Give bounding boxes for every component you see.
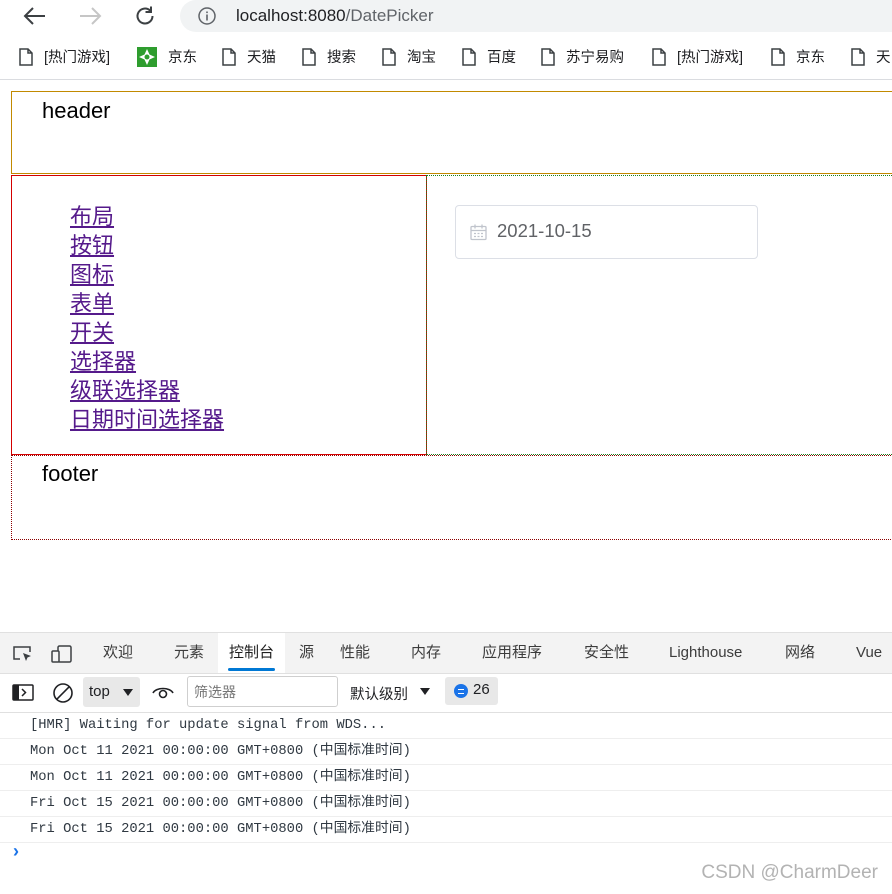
bookmark-label: 京东 <box>168 50 197 66</box>
console-output: [HMR] Waiting for update signal from WDS… <box>0 713 892 843</box>
nav-link-icon[interactable]: 图标 <box>70 262 114 287</box>
nav-link-button[interactable]: 按钮 <box>70 233 114 258</box>
forward-button[interactable] <box>75 2 105 30</box>
nav-link-layout[interactable]: 布局 <box>70 204 114 229</box>
bookmark-item[interactable]: 淘宝 <box>382 46 436 67</box>
tab-application[interactable]: 应用程序 <box>472 633 552 673</box>
context-value: top <box>89 683 110 700</box>
chrome-divider <box>0 79 892 80</box>
message-count: 26 <box>473 681 490 698</box>
tab-sources[interactable]: 源 <box>290 633 323 673</box>
page-icon <box>652 47 666 66</box>
tab-security[interactable]: 安全性 <box>574 633 639 673</box>
console-sidebar-icon[interactable] <box>12 684 34 701</box>
arrow-right-icon <box>80 7 102 25</box>
filter-input[interactable] <box>187 676 338 707</box>
address-bar[interactable]: localhost:8080/DatePicker <box>180 0 892 32</box>
log-level-selector[interactable]: 默认级别 <box>350 683 408 704</box>
console-message: Fri Oct 15 2021 00:00:00 GMT+0800 (中国标准时… <box>0 791 892 817</box>
page-icon <box>222 47 236 66</box>
page-icon <box>19 47 33 66</box>
date-picker-input[interactable]: 2021-10-15 <box>455 205 758 259</box>
caret-down-icon <box>420 688 430 695</box>
nav-link-cascader[interactable]: 级联选择器 <box>70 378 180 403</box>
info-icon <box>198 7 216 25</box>
bookmark-label: 天猫 <box>247 50 276 66</box>
eye-icon[interactable] <box>152 684 174 700</box>
bookmark-item[interactable]: 搜索 <box>302 46 356 67</box>
tab-elements[interactable]: 元素 <box>164 633 214 673</box>
page-icon <box>462 47 476 66</box>
devtools-tab-bar: 欢迎 元素 控制台 源 性能 内存 应用程序 安全性 Lighthouse 网络… <box>0 633 892 674</box>
bookmarks-bar: [热门游戏] 京东 天猫 搜索 淘宝 百度 苏宁易购 [热门游戏] 京东 天 <box>0 40 892 72</box>
bookmark-label: 百度 <box>487 50 516 66</box>
header-text: header <box>42 98 111 123</box>
tab-vue[interactable]: Vue <box>846 633 892 673</box>
inspect-element-icon[interactable] <box>12 645 34 663</box>
nav-link-form[interactable]: 表单 <box>70 291 114 316</box>
tab-welcome[interactable]: 欢迎 <box>93 633 143 673</box>
caret-down-icon <box>123 689 133 696</box>
context-selector[interactable]: top <box>83 677 140 707</box>
page-aside: 布局 按钮 图标 表单 开关 选择器 级联选择器 日期时间选择器 <box>11 175 427 455</box>
url-host: localhost:8080 <box>236 6 346 25</box>
console-toolbar: top 默认级别 26 <box>0 674 892 713</box>
refresh-button[interactable] <box>130 2 160 30</box>
devtools-panel: 欢迎 元素 控制台 源 性能 内存 应用程序 安全性 Lighthouse 网络… <box>0 632 892 894</box>
date-value: 2021-10-15 <box>497 220 592 241</box>
page-container: 布局 按钮 图标 表单 开关 选择器 级联选择器 日期时间选择器 2021-10… <box>11 175 892 455</box>
nav-link-switch[interactable]: 开关 <box>70 320 114 345</box>
tab-performance[interactable]: 性能 <box>330 633 380 673</box>
bookmark-item[interactable]: [热门游戏] <box>19 46 110 67</box>
nav-link-select[interactable]: 选择器 <box>70 349 136 374</box>
page-icon <box>851 47 865 66</box>
url-path: /DatePicker <box>345 6 434 25</box>
watermark: CSDN @CharmDeer <box>701 862 878 883</box>
console-prompt[interactable]: › <box>13 841 19 862</box>
nav-list: 布局 按钮 图标 表单 开关 选择器 级联选择器 日期时间选择器 <box>70 202 224 434</box>
console-message: Mon Oct 11 2021 00:00:00 GMT+0800 (中国标准时… <box>0 739 892 765</box>
url-text: localhost:8080/DatePicker <box>236 6 434 26</box>
tab-console[interactable]: 控制台 <box>218 633 286 673</box>
message-icon <box>454 684 468 698</box>
console-message: Fri Oct 15 2021 00:00:00 GMT+0800 (中国标准时… <box>0 817 892 843</box>
browser-toolbar: localhost:8080/DatePicker <box>0 0 892 32</box>
console-message: [HMR] Waiting for update signal from WDS… <box>0 713 892 739</box>
device-emulation-icon[interactable] <box>51 645 73 663</box>
bookmark-item[interactable]: 天 <box>851 46 891 67</box>
bookmark-label: 京东 <box>796 50 825 66</box>
arrow-left-icon <box>23 7 45 25</box>
back-button[interactable] <box>20 2 50 30</box>
bookmark-label: 淘宝 <box>407 50 436 66</box>
bookmark-item[interactable]: 天猫 <box>222 46 276 67</box>
clear-console-icon[interactable] <box>52 682 74 704</box>
bookmark-label: 搜索 <box>327 50 356 66</box>
page-icon <box>771 47 785 66</box>
bookmark-label: [热门游戏] <box>44 50 111 66</box>
page-header: header <box>11 91 892 174</box>
bookmark-item[interactable]: 苏宁易购 <box>541 46 624 67</box>
jd-logo-icon <box>137 46 157 67</box>
tab-network[interactable]: 网络 <box>775 633 825 673</box>
bookmark-label: 天 <box>876 50 891 66</box>
page-icon <box>541 47 555 66</box>
bookmark-item[interactable]: 京东 <box>771 46 825 67</box>
tab-memory[interactable]: 内存 <box>401 633 451 673</box>
calendar-icon <box>470 224 487 241</box>
tab-lighthouse[interactable]: Lighthouse <box>659 633 752 673</box>
page-icon <box>302 47 316 66</box>
bookmark-item[interactable]: [热门游戏] <box>652 46 743 67</box>
console-message: Mon Oct 11 2021 00:00:00 GMT+0800 (中国标准时… <box>0 765 892 791</box>
nav-link-datetime-picker[interactable]: 日期时间选择器 <box>70 407 224 432</box>
bookmark-item[interactable]: 百度 <box>462 46 516 67</box>
page-footer: footer <box>11 455 892 540</box>
footer-text: footer <box>42 461 99 486</box>
page-icon <box>382 47 396 66</box>
message-count-badge[interactable]: 26 <box>445 677 498 705</box>
bookmark-label: [热门游戏] <box>677 50 744 66</box>
bookmark-item[interactable]: 京东 <box>137 46 197 67</box>
bookmark-label: 苏宁易购 <box>566 50 624 66</box>
refresh-icon <box>136 6 154 25</box>
